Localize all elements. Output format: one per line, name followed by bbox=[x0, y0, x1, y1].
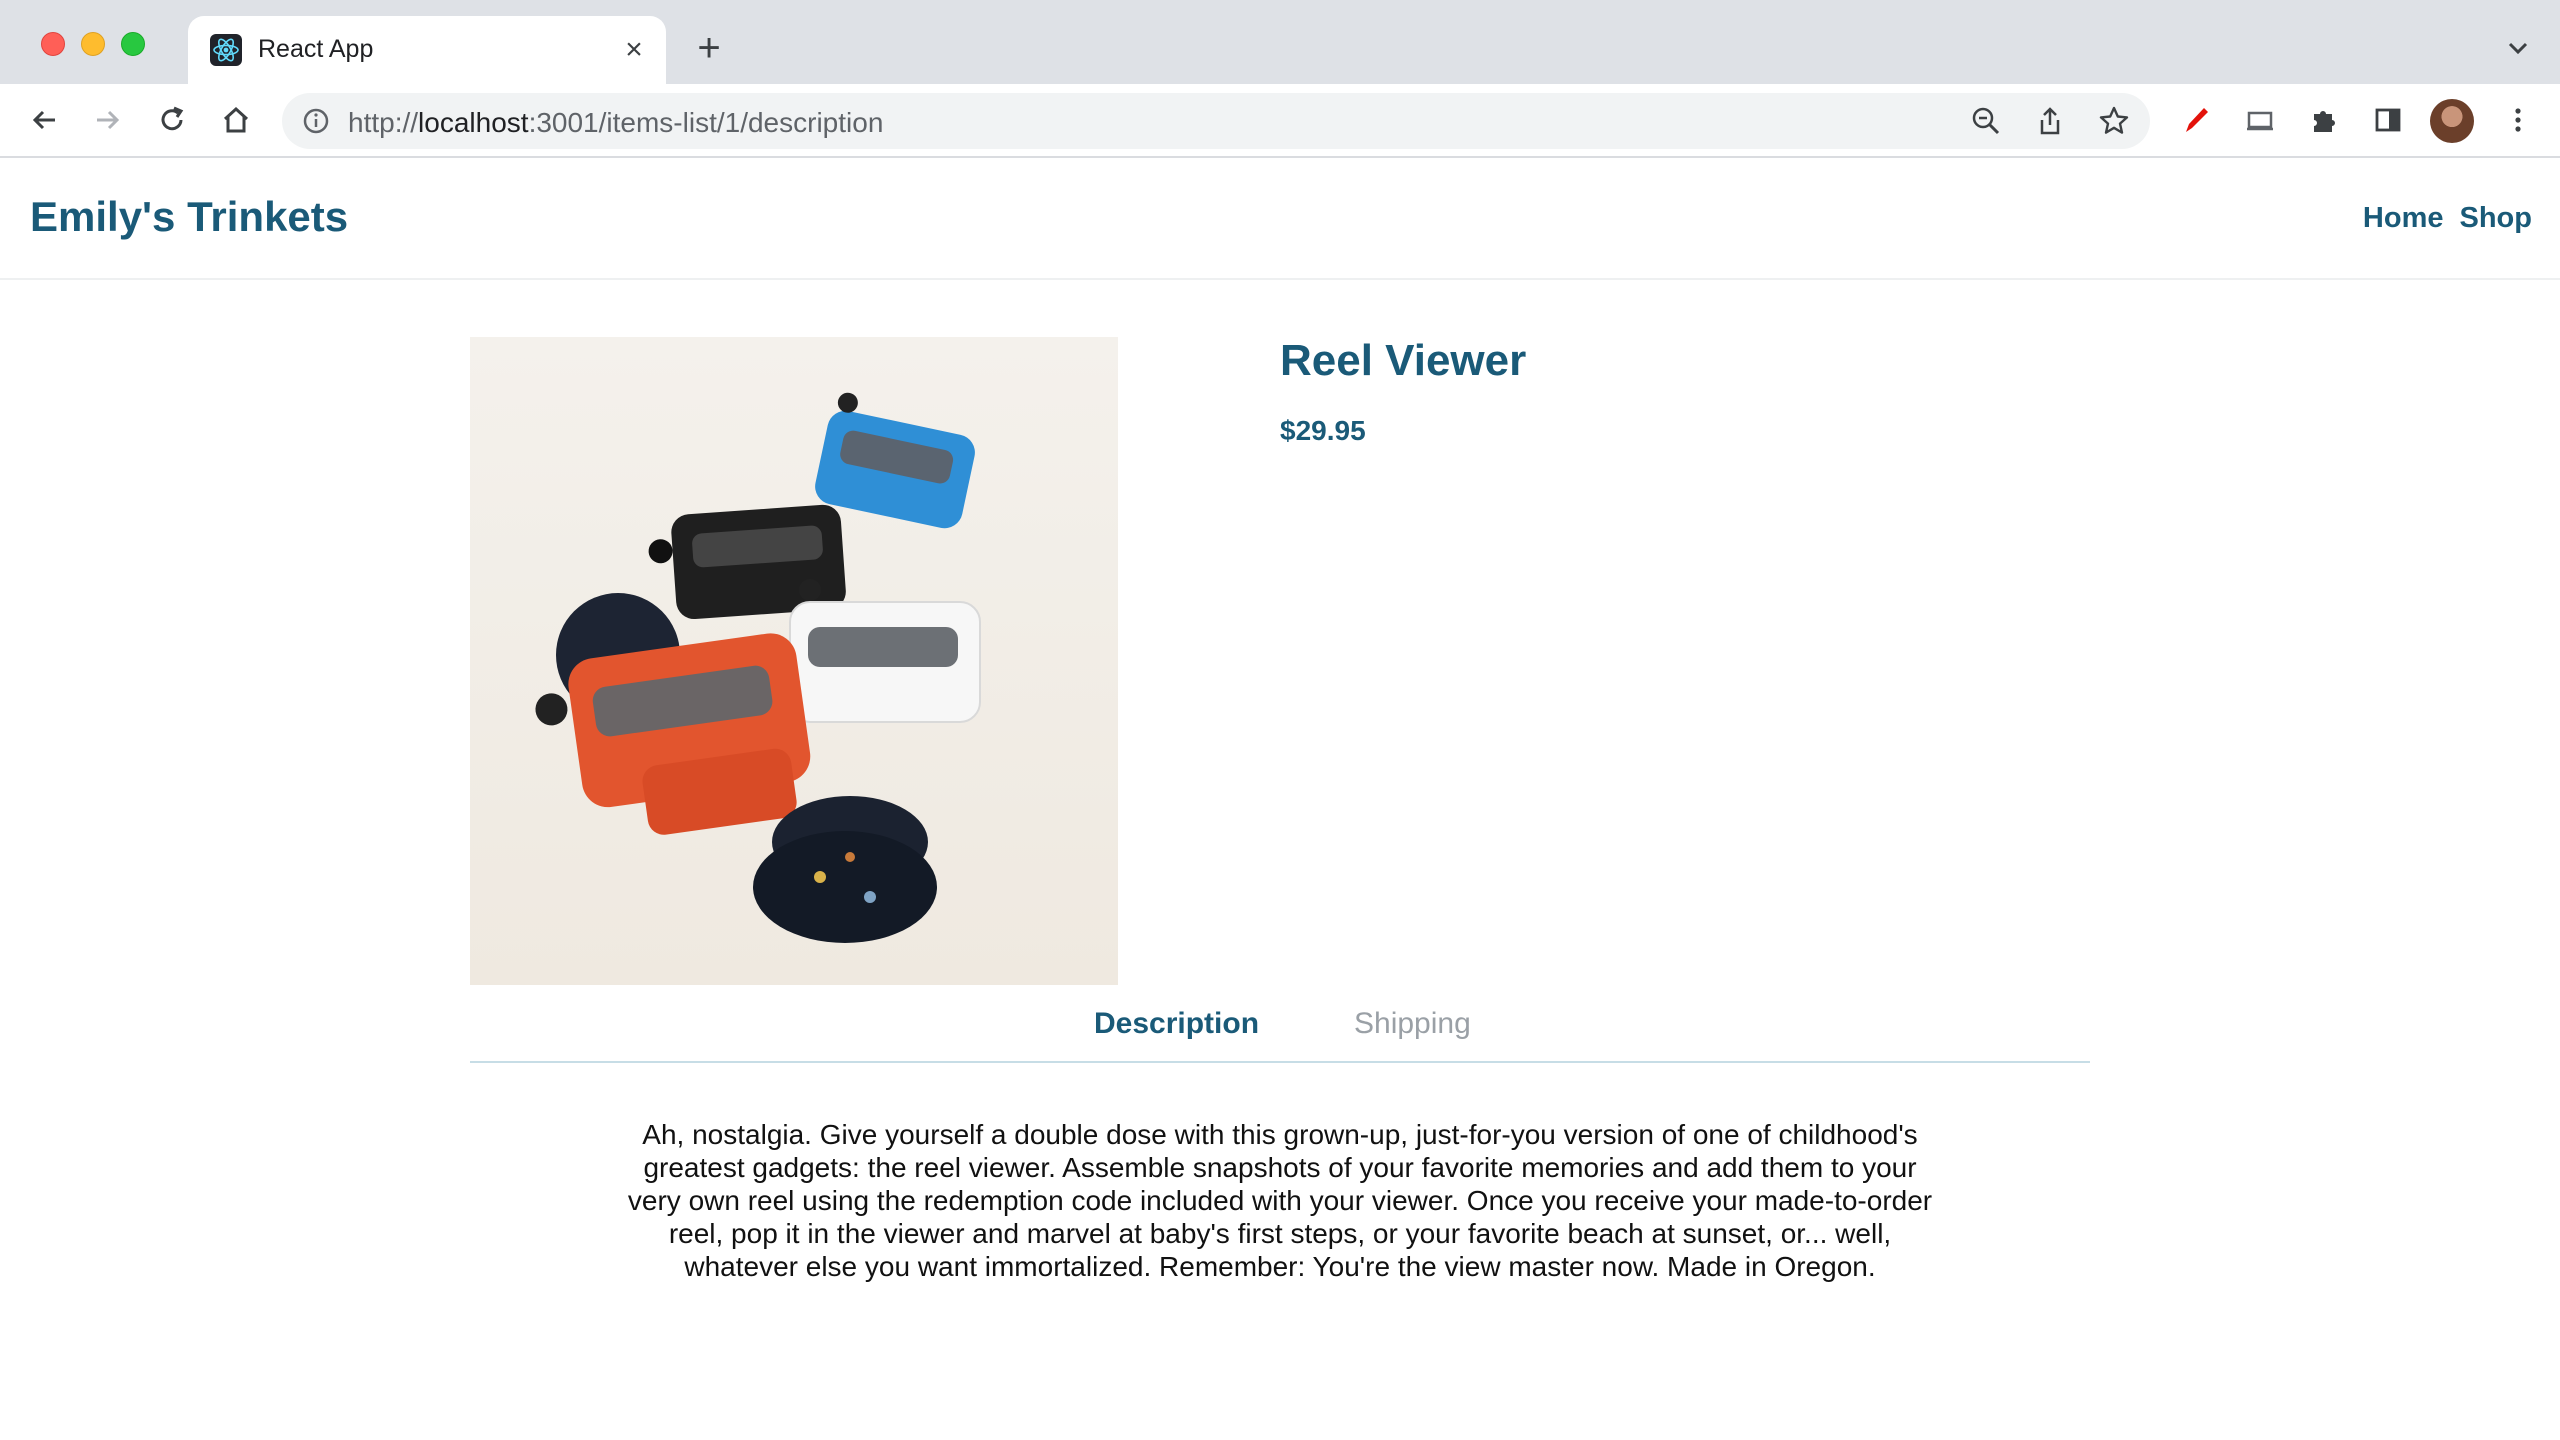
site-info-icon[interactable] bbox=[300, 105, 332, 137]
url-path: :3001/items-list/1/description bbox=[528, 107, 884, 138]
new-tab-icon[interactable]: + bbox=[689, 28, 729, 68]
bookmark-star-icon[interactable] bbox=[2098, 105, 2130, 137]
browser-toolbar: http://localhost:3001/items-list/1/descr… bbox=[0, 84, 2560, 158]
close-window-button[interactable] bbox=[41, 32, 65, 56]
url-text: http://localhost:3001/items-list/1/descr… bbox=[348, 107, 883, 139]
profile-avatar[interactable] bbox=[2430, 99, 2474, 143]
home-icon[interactable] bbox=[216, 100, 256, 140]
nav-home-link[interactable]: Home bbox=[2363, 202, 2444, 235]
site-nav: Home Shop bbox=[2363, 202, 2532, 235]
tab-close-icon[interactable]: × bbox=[616, 32, 652, 68]
url-scheme: http:// bbox=[348, 107, 419, 138]
tab-description[interactable]: Description bbox=[1094, 1007, 1259, 1041]
product-image bbox=[470, 337, 1118, 985]
minimize-window-button[interactable] bbox=[81, 32, 105, 56]
address-bar[interactable]: http://localhost:3001/items-list/1/descr… bbox=[282, 93, 2150, 149]
share-icon[interactable] bbox=[2034, 105, 2066, 137]
browser-tab[interactable]: React App × bbox=[188, 16, 666, 84]
url-host: localhost bbox=[418, 107, 529, 138]
reload-icon[interactable] bbox=[152, 100, 192, 140]
forward-arrow-icon[interactable] bbox=[88, 100, 128, 140]
zoom-window-button[interactable] bbox=[121, 32, 145, 56]
pen-extension-icon[interactable] bbox=[2176, 100, 2216, 140]
tab-title: React App bbox=[258, 35, 374, 63]
tab-shipping[interactable]: Shipping bbox=[1354, 1007, 1471, 1041]
tab-search-chevron-icon[interactable] bbox=[2500, 30, 2536, 66]
product-title: Reel Viewer bbox=[1280, 336, 1527, 385]
cast-icon[interactable] bbox=[2240, 100, 2280, 140]
product-description: Ah, nostalgia. Give yourself a double do… bbox=[627, 1119, 1933, 1282]
nav-shop-link[interactable]: Shop bbox=[2460, 202, 2533, 235]
site-brand[interactable]: Emily's Trinkets bbox=[30, 193, 348, 241]
side-panel-icon[interactable] bbox=[2368, 100, 2408, 140]
zoom-icon[interactable] bbox=[1970, 105, 2002, 137]
product-tabs: Description Shipping bbox=[470, 985, 2090, 1063]
extensions-puzzle-icon[interactable] bbox=[2304, 100, 2344, 140]
site-header: Emily's Trinkets Home Shop bbox=[0, 158, 2560, 280]
browser-menu-icon[interactable] bbox=[2498, 100, 2538, 140]
browser-tab-strip: React App × + bbox=[0, 0, 2560, 84]
product-price: $29.95 bbox=[1280, 415, 1366, 446]
back-arrow-icon[interactable] bbox=[24, 100, 64, 140]
react-favicon-icon bbox=[210, 34, 242, 66]
